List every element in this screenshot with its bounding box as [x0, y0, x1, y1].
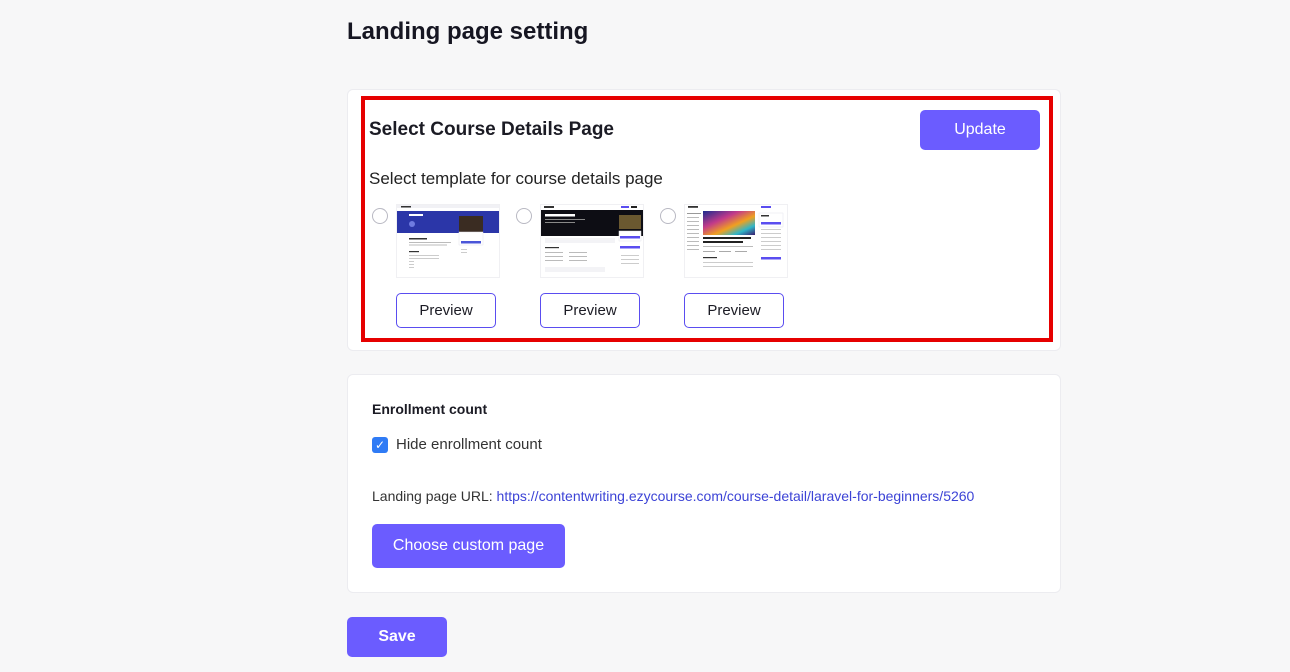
update-button[interactable]: Update	[920, 110, 1040, 150]
template-option-2: Preview	[516, 204, 666, 334]
choose-custom-page-button[interactable]: Choose custom page	[372, 524, 565, 568]
check-icon: ✓	[374, 438, 386, 452]
template-thumbnail-1	[396, 204, 500, 278]
template-option-1: Preview	[372, 204, 522, 334]
preview-button-2[interactable]: Preview	[540, 293, 640, 328]
preview-button-1[interactable]: Preview	[396, 293, 496, 328]
template-option-3: Preview	[660, 204, 810, 334]
hide-enrollment-label[interactable]: Hide enrollment count	[396, 436, 542, 453]
save-button[interactable]: Save	[347, 617, 447, 657]
template-radio-1[interactable]	[372, 208, 388, 224]
landing-page-url-link[interactable]: https://contentwriting.ezycourse.com/cou…	[497, 488, 975, 504]
page-title: Landing page setting	[347, 18, 589, 45]
landing-page-url-label: Landing page URL:	[372, 488, 493, 504]
section-title: Select Course Details Page	[369, 119, 614, 140]
template-thumbnail-3	[684, 204, 788, 278]
hide-enrollment-checkbox[interactable]: ✓	[372, 437, 388, 453]
enrollment-count-label: Enrollment count	[372, 401, 488, 417]
preview-button-3[interactable]: Preview	[684, 293, 784, 328]
landing-page-url-row: Landing page URL: https://contentwriting…	[372, 488, 974, 504]
template-radio-2[interactable]	[516, 208, 532, 224]
template-radio-3[interactable]	[660, 208, 676, 224]
template-thumbnail-2	[540, 204, 644, 278]
template-subtitle: Select template for course details page	[369, 169, 663, 188]
